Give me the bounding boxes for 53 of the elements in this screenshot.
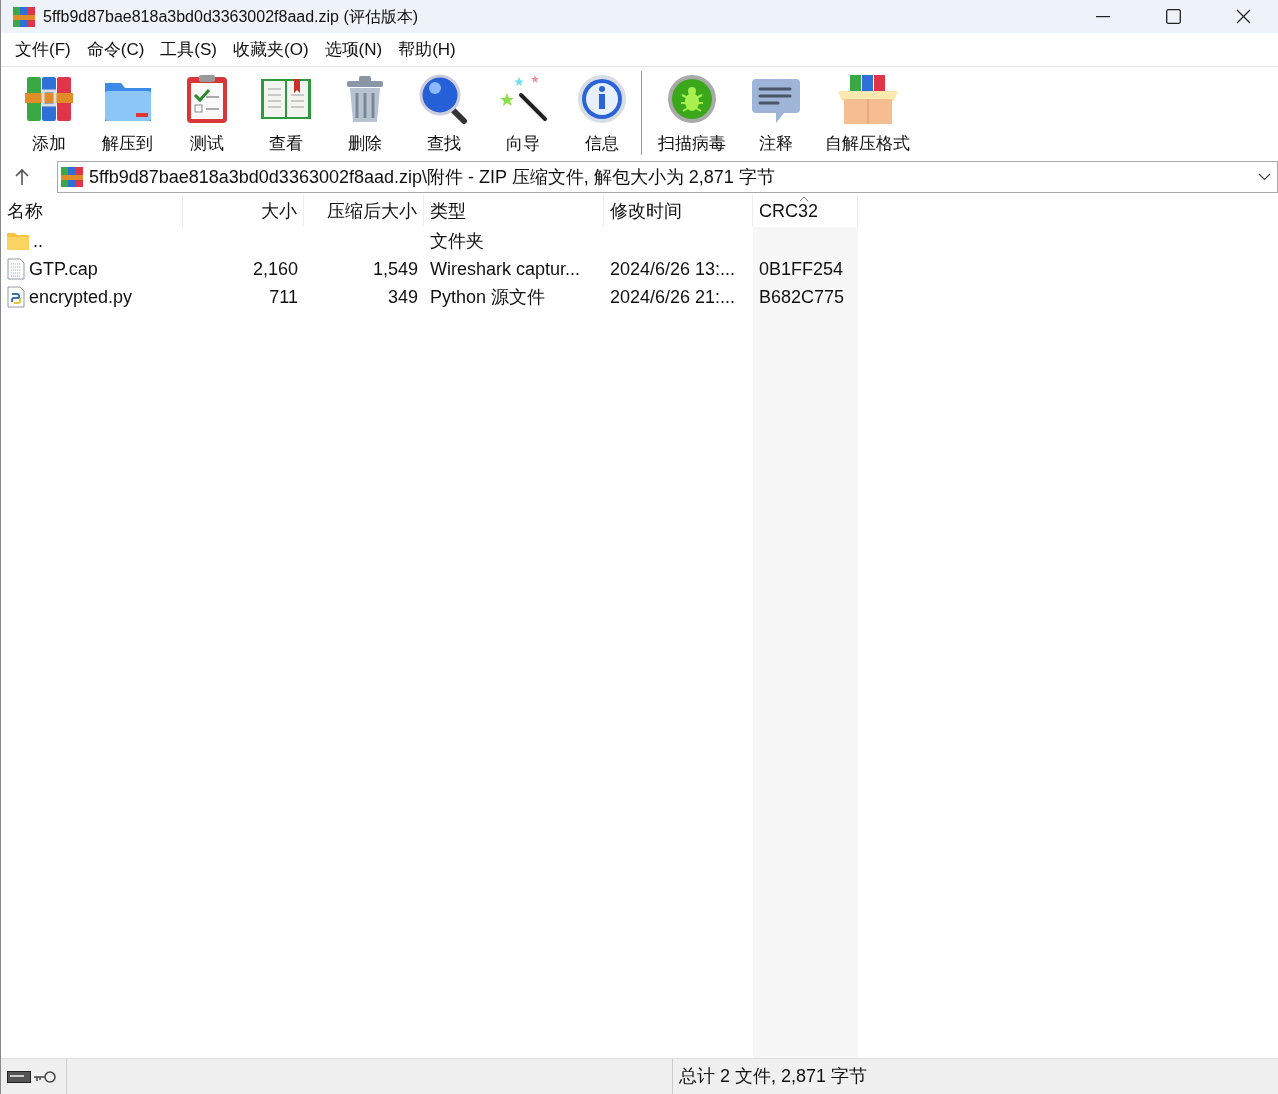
python-file-icon xyxy=(7,286,25,308)
close-icon xyxy=(1235,9,1251,24)
key-icon xyxy=(33,1069,57,1084)
table-cell-text: 2,160 xyxy=(252,257,298,281)
chevron-down-icon xyxy=(1258,173,1271,181)
column-header[interactable]: CRC32 xyxy=(753,195,858,227)
file-icon xyxy=(7,258,25,280)
toolbar-button[interactable]: 解压到 xyxy=(88,71,167,155)
window-title: 5ffb9d87bae818a3bd0d3363002f8aad.zip (评估版本) xyxy=(43,6,419,27)
address-field[interactable]: 5ffb9d87bae818a3bd0d3363002f8aad.zip\附件 - ZIP 压缩文件, 解包大小为 2,871 字节 xyxy=(57,161,1278,193)
toolbar-button[interactable]: 注释 xyxy=(736,71,815,155)
table-cell-text: B682C775 xyxy=(759,285,845,309)
address-path: 5ffb9d87bae818a3bd0d3363002f8aad.zip\附件 - ZIP 压缩文件, 解包大小为 2,871 字节 xyxy=(89,165,775,189)
menu-item[interactable]: 命令(C) xyxy=(78,36,153,63)
minimize-icon xyxy=(1096,15,1110,18)
toolbar-button[interactable]: 查看 xyxy=(246,71,325,155)
toolbar-button[interactable]: 添加 xyxy=(9,71,88,155)
menu-item[interactable]: 工具(S) xyxy=(152,36,225,63)
up-arrow-icon xyxy=(14,168,30,186)
toolbar-button[interactable]: 查找 xyxy=(404,71,483,155)
toolbar-button[interactable]: 自解压格式 xyxy=(815,71,920,155)
folder-icon xyxy=(7,232,29,250)
bug-icon xyxy=(666,73,718,125)
table-cell-text: .. xyxy=(33,229,43,253)
table-cell-text: 0B1FF254 xyxy=(759,257,844,281)
table-cell-text: 2024/6/26 21:... xyxy=(610,285,736,309)
table-cell-text: 文件夹 xyxy=(430,229,484,253)
table-cell-text: 1,549 xyxy=(372,257,418,281)
menu-item[interactable]: 选项(N) xyxy=(316,36,391,63)
maximize-icon xyxy=(1165,9,1181,24)
app-icon xyxy=(13,6,35,27)
sort-caret-icon xyxy=(799,196,809,202)
toolbar-button[interactable]: 测试 xyxy=(167,71,246,155)
toolbar-button[interactable]: 删除 xyxy=(325,71,404,155)
archive-icon xyxy=(61,167,83,187)
drive-icon xyxy=(7,1070,31,1083)
table-cell-text: GTP.cap xyxy=(29,257,98,281)
table-cell-text: 349 xyxy=(387,285,418,309)
toolbar-button[interactable]: 信息 xyxy=(562,71,641,155)
table-cell-text: Python 源文件 xyxy=(430,285,546,309)
info-icon xyxy=(575,73,628,125)
menu-item[interactable]: 文件(F) xyxy=(7,36,79,63)
box-icon xyxy=(835,73,900,125)
menu-item[interactable]: 帮助(H) xyxy=(390,36,464,63)
table-cell-text: encrypted.py xyxy=(29,285,133,309)
menu-item[interactable]: 收藏夹(O) xyxy=(225,36,317,63)
magnifier-icon xyxy=(417,73,470,125)
table-cell-text: Wireshark captur... xyxy=(430,257,581,281)
table-cell-text: 711 xyxy=(269,285,298,309)
toolbar-button[interactable]: 向导 xyxy=(483,71,562,155)
toolbar-button[interactable]: 扫描病毒 xyxy=(648,71,736,155)
status-text: 总计 2 文件, 2,871 字节 xyxy=(679,1065,868,1088)
table-cell-text: 2024/6/26 13:... xyxy=(610,257,736,281)
